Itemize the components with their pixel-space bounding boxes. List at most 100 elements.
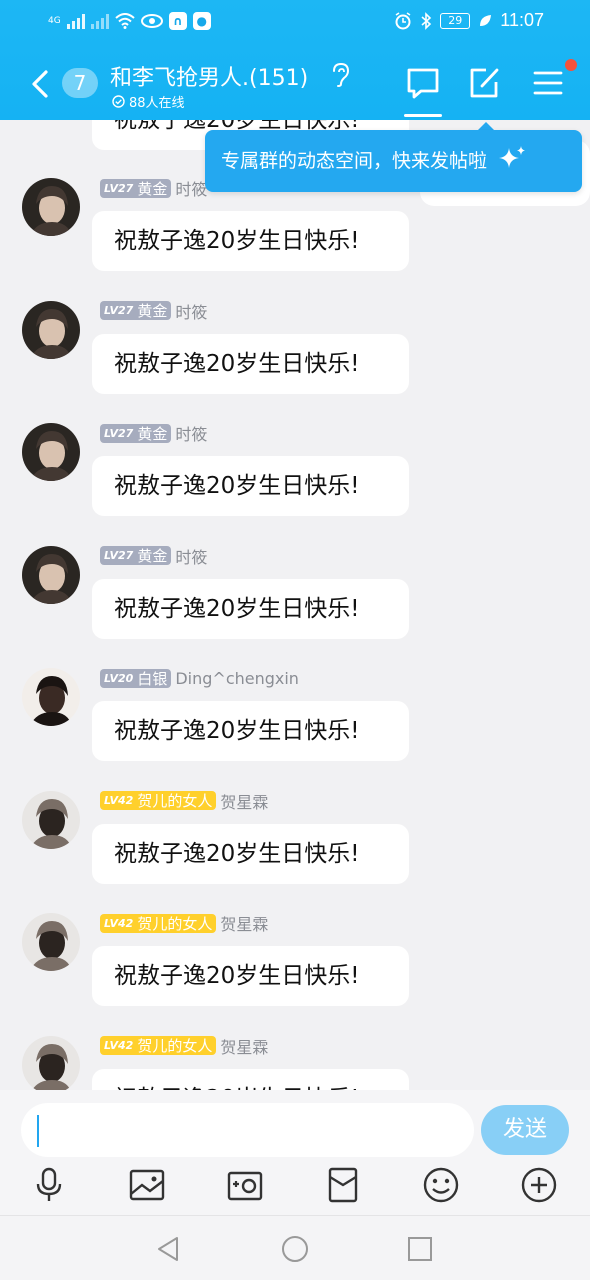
level-number: LV27: [104, 181, 134, 195]
level-badge: LV27 黄金: [100, 546, 172, 565]
signal-icon: [66, 13, 85, 29]
composer: 发送: [0, 1090, 590, 1215]
level-badge: LV42 贺儿的女人: [100, 1036, 217, 1055]
sender-avatar[interactable]: [22, 668, 80, 726]
online-status: 88人在线: [112, 92, 185, 111]
level-number: LV27: [104, 549, 134, 562]
red-packet-icon[interactable]: [324, 1166, 362, 1204]
ear-icon[interactable]: [330, 62, 350, 88]
app-notif-2-icon: ●: [192, 12, 211, 30]
sender-avatar[interactable]: [22, 300, 80, 359]
menu-icon[interactable]: [531, 66, 565, 100]
level-title: 黄金: [137, 424, 168, 443]
level-badge: LV27 黄金: [100, 423, 172, 443]
level-badge: LV27 黄金: [100, 301, 172, 320]
message-item: LV27 黄金 时筱祝敖子逸20岁生日快乐!: [0, 544, 590, 658]
message-bubble[interactable]: 祝敖子逸20岁生日快乐!: [92, 701, 409, 761]
message-meta: LV42 贺儿的女人 贺星霖: [100, 911, 268, 935]
sender-name[interactable]: 时筱: [175, 299, 207, 323]
tooltip-text: 专属群的动态空间，快来发帖啦: [221, 150, 488, 172]
level-title: 贺儿的女人: [137, 792, 213, 810]
message-meta: LV20 白银 Ding^chengxin: [100, 668, 299, 688]
message-meta: LV42 贺儿的女人 贺星霖: [100, 1034, 268, 1058]
level-badge: LV27 黄金: [100, 178, 172, 198]
message-bubble[interactable]: 祝敖子逸20岁生日快乐!: [92, 823, 409, 884]
status-bar: 4G ∩ ● 29 11:07: [0, 0, 590, 46]
text-caret: [37, 1115, 39, 1147]
edit-post-icon[interactable]: [468, 66, 502, 100]
message-input[interactable]: [21, 1103, 474, 1157]
sender-avatar[interactable]: [22, 790, 80, 849]
level-title: 黄金: [137, 179, 168, 198]
level-title: 黄金: [137, 302, 168, 320]
emoji-icon[interactable]: [422, 1166, 460, 1204]
level-number: LV42: [104, 794, 134, 807]
message-bubble[interactable]: 祝敖子逸20岁生日快乐!: [92, 1068, 409, 1090]
message-item: LV42贺儿的女人贺星霖祝敖子逸20岁生日快乐!: [0, 1034, 590, 1090]
clock: 11:07: [500, 10, 544, 30]
camera-icon[interactable]: [226, 1166, 264, 1204]
message-item: LV20 白银 Ding^chengxin 祝敖子逸20岁生日快乐!: [0, 668, 590, 780]
message-item: LV27 黄金 时筱祝敖子逸20岁生日快乐!: [0, 423, 590, 535]
sender-avatar[interactable]: [22, 423, 80, 481]
wifi-icon: [115, 13, 135, 29]
message-bubble[interactable]: 祝敖子逸20岁生日快乐!: [92, 211, 409, 271]
sender-avatar[interactable]: [22, 1035, 80, 1090]
message-meta: LV27 黄金 时筱: [100, 299, 207, 323]
level-title: 白银: [137, 669, 168, 688]
message-meta: LV27 黄金 时筱: [100, 176, 207, 200]
sender-name[interactable]: 时筱: [175, 421, 207, 445]
sender-name[interactable]: 时筱: [175, 544, 207, 568]
group-title[interactable]: 和李飞抢男人.(151): [110, 60, 308, 92]
sender-name[interactable]: 贺星霖: [220, 1034, 268, 1058]
message-bubble[interactable]: 祝敖子逸20岁生日快乐!: [92, 946, 409, 1006]
image-icon[interactable]: [128, 1166, 166, 1204]
level-number: LV27: [104, 426, 134, 440]
chat-header: 4G ∩ ● 29 11:07 7 和李飞抢男人.(151) 88人在线: [0, 0, 590, 120]
nav-home-icon[interactable]: [280, 1234, 310, 1264]
network-label: 4G: [48, 16, 61, 26]
bluetooth-icon: [421, 11, 432, 30]
sender-name[interactable]: 贺星霖: [220, 911, 268, 935]
online-check-icon: [112, 95, 125, 108]
sender-name[interactable]: 时筱: [175, 176, 207, 200]
message-meta: LV27 黄金 时筱: [100, 421, 207, 445]
message-meta: LV27 黄金 时筱: [100, 544, 207, 568]
level-badge: LV20 白银: [100, 668, 172, 688]
nav-back-icon[interactable]: [154, 1234, 184, 1264]
message-meta: LV42 贺儿的女人 贺星霖: [100, 789, 268, 813]
level-number: LV42: [104, 1039, 134, 1052]
message-bubble[interactable]: 祝敖子逸20岁生日快乐!: [92, 578, 409, 639]
plus-icon[interactable]: [520, 1166, 558, 1204]
unread-count-badge[interactable]: 7: [62, 68, 98, 98]
back-icon[interactable]: [26, 64, 56, 104]
level-badge: LV42 贺儿的女人: [100, 913, 217, 933]
message-item: LV42贺儿的女人贺星霖祝敖子逸20岁生日快乐!: [0, 789, 590, 903]
app-notif-icon: ∩: [168, 12, 187, 30]
send-button[interactable]: 发送: [481, 1105, 569, 1155]
message-item: LV27 黄金 时筱祝敖子逸20岁生日快乐!: [0, 299, 590, 413]
battery-indicator: 29: [440, 12, 471, 29]
online-count: 88人在线: [129, 96, 185, 111]
sender-avatar[interactable]: [22, 545, 80, 604]
menu-notification-dot: [565, 59, 577, 71]
leaf-icon: [480, 14, 492, 26]
message-bubble[interactable]: 祝敖子逸20岁生日快乐!: [92, 333, 409, 394]
eye-icon: [140, 14, 163, 28]
signal-2-icon: [90, 13, 109, 29]
post-space-tooltip[interactable]: 专属群的动态空间，快来发帖啦: [205, 130, 582, 192]
sender-avatar[interactable]: [22, 178, 80, 236]
message-bubble[interactable]: 祝敖子逸20岁生日快乐!: [92, 456, 409, 516]
chat-tab-icon[interactable]: [406, 66, 440, 100]
sender-avatar[interactable]: [22, 913, 80, 971]
nav-recents-icon[interactable]: [405, 1234, 435, 1264]
microphone-icon[interactable]: [30, 1166, 68, 1204]
sender-name[interactable]: Ding^chengxin: [175, 669, 299, 688]
active-tab-indicator: [404, 114, 442, 117]
system-navbar: [0, 1215, 590, 1280]
level-number: LV27: [104, 304, 134, 317]
level-title: 黄金: [137, 547, 168, 565]
level-badge: LV42 贺儿的女人: [100, 791, 217, 810]
sender-name[interactable]: 贺星霖: [220, 789, 268, 813]
message-list[interactable]: 祝敖子逸20岁生日快乐! LV27 黄金 时筱 祝敖子逸20岁生日快乐! LV27 黄金时…: [0, 120, 590, 1090]
